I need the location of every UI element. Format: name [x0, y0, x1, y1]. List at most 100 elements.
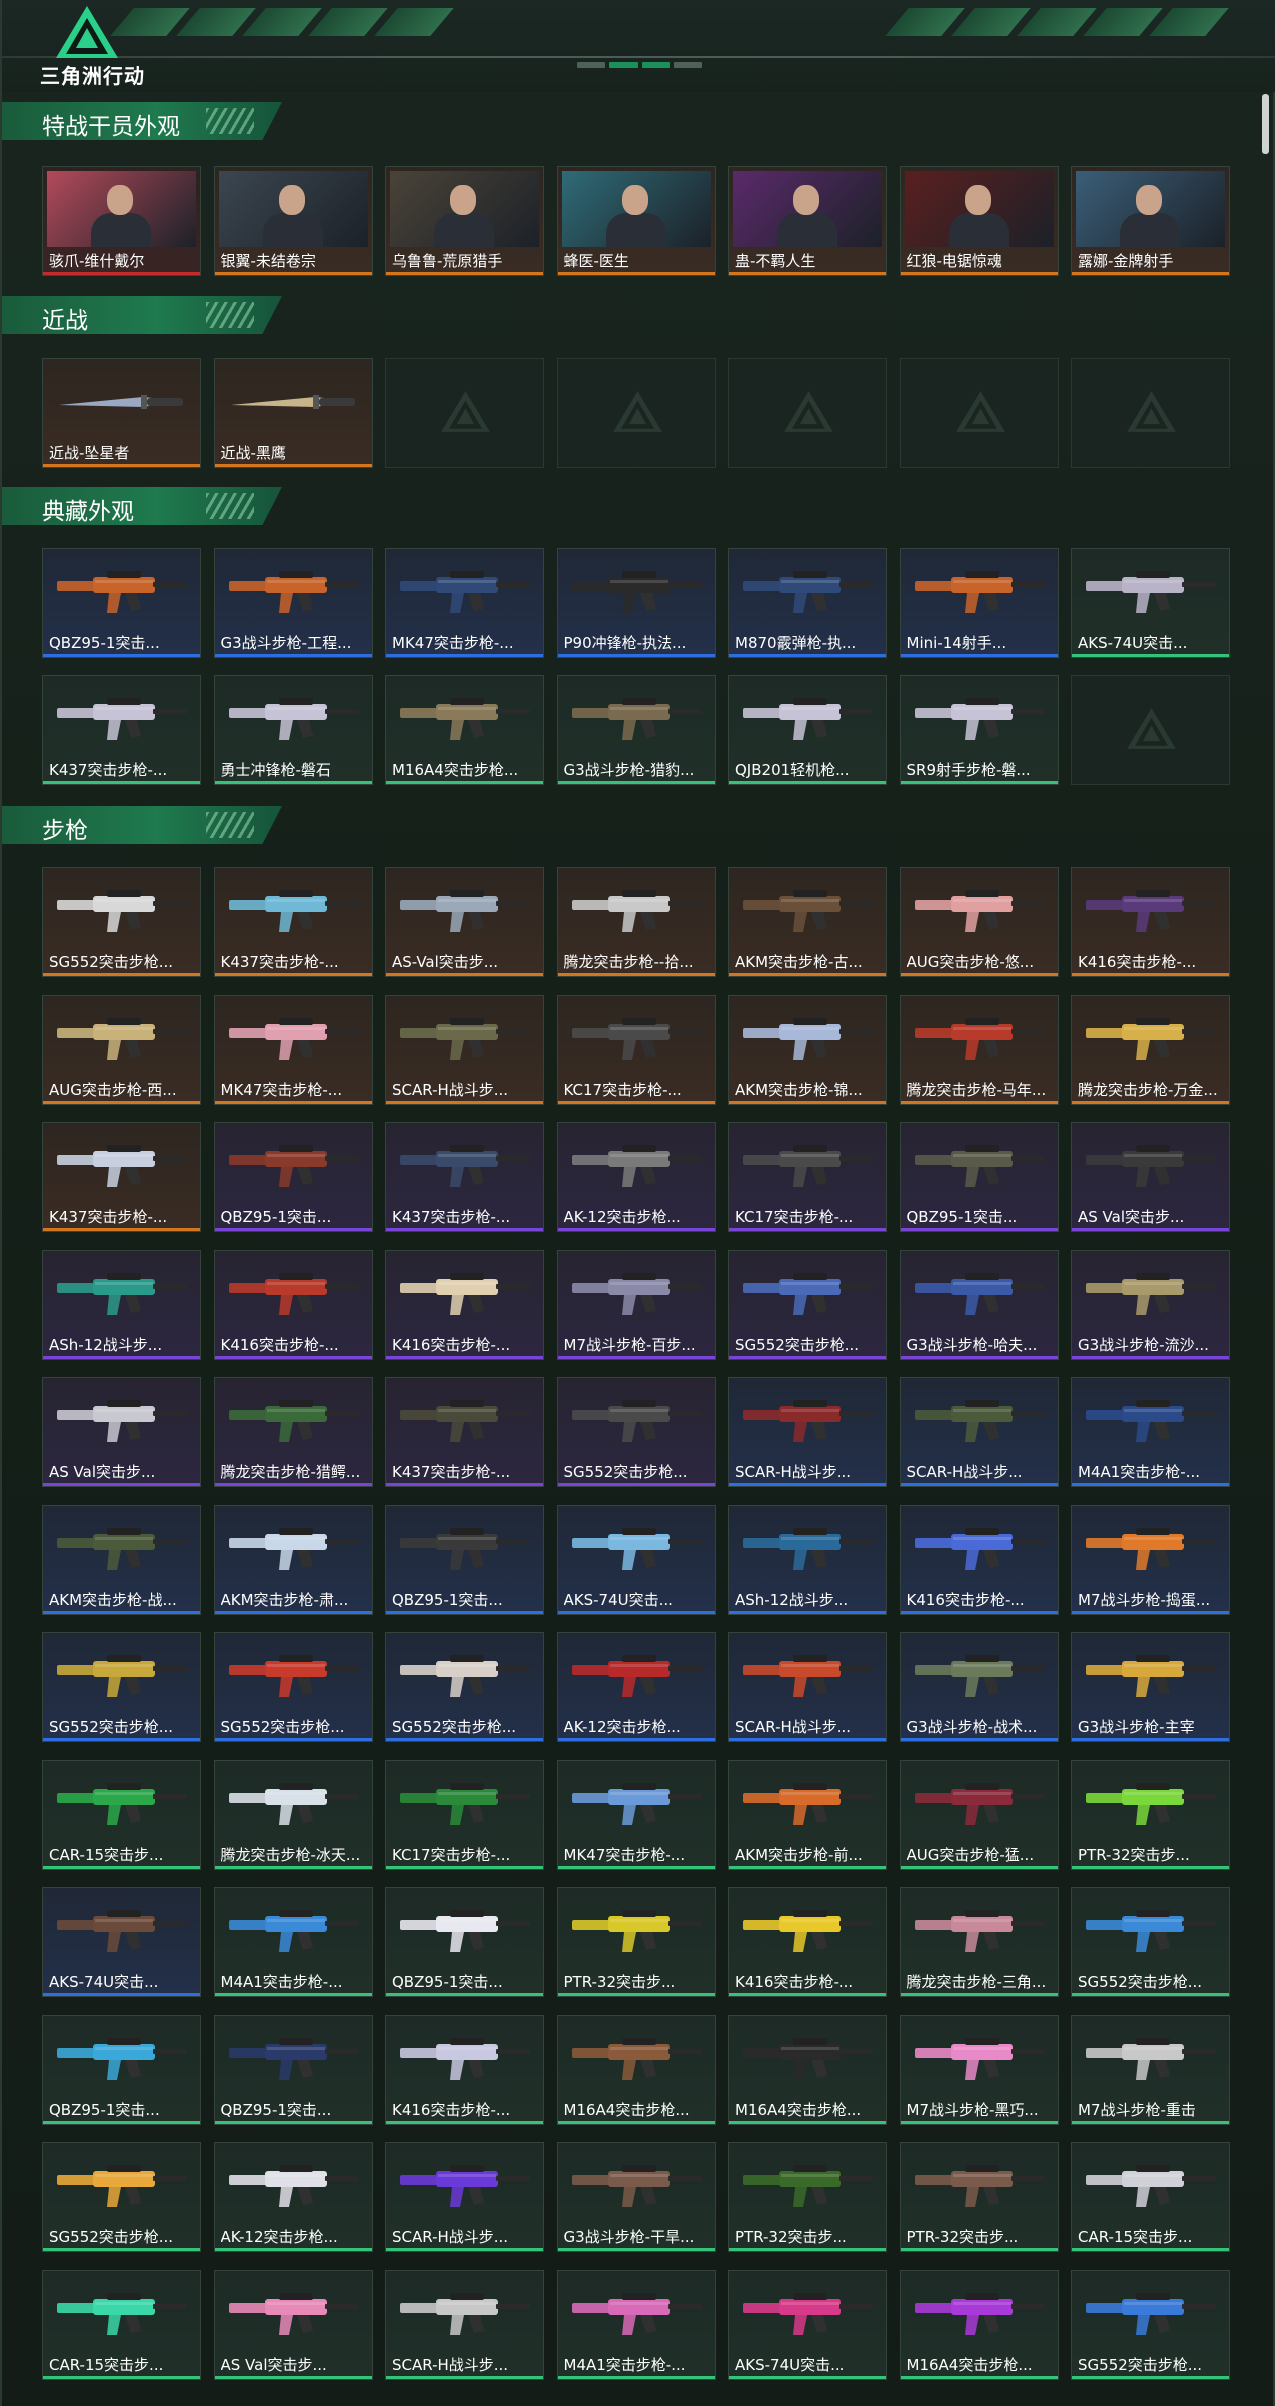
skin-card[interactable]: M16A4突击步枪... [556, 2014, 716, 2125]
skin-card[interactable]: AS Val突击步... [1071, 1122, 1230, 1232]
skin-card[interactable]: AK-12突击步枪... [213, 2142, 373, 2252]
skin-card[interactable]: QBZ95-1突击... [42, 2014, 201, 2125]
skin-card[interactable]: AKM突击步枪-锦... [728, 994, 887, 1105]
skin-card[interactable]: M7战斗步枪-捣蛋... [1071, 1504, 1230, 1615]
skin-card[interactable]: M7战斗步枪-百步... [556, 1249, 716, 1360]
skin-card[interactable]: 近战-黑鹰 [213, 358, 373, 468]
skin-card[interactable]: G3战斗步枪-主宰 [1071, 1632, 1230, 1742]
skin-card[interactable]: 腾龙突击步枪--拾... [556, 867, 716, 977]
skin-card[interactable]: SG552突击步枪... [1071, 1887, 1230, 1997]
skin-card[interactable]: G3战斗步枪-战术... [899, 1632, 1059, 1742]
skin-card[interactable]: AKS-74U突击... [42, 1887, 201, 1997]
skin-card[interactable]: PTR-32突击步... [899, 2142, 1059, 2252]
skin-card[interactable]: K437突击步枪-... [385, 1377, 544, 1487]
skin-card[interactable]: M16A4突击步枪... [728, 2014, 887, 2125]
skin-card[interactable]: QBZ95-1突击... [899, 1122, 1059, 1232]
skin-card[interactable]: AKM突击步枪-古... [728, 867, 887, 977]
skin-card[interactable]: MK47突击步枪-... [556, 1759, 716, 1870]
skin-card[interactable]: SG552突击步枪... [42, 1632, 201, 1742]
skin-card[interactable]: AK-12突击步枪... [556, 1632, 716, 1742]
skin-card[interactable]: AKS-74U突击... [1071, 548, 1230, 658]
skin-card[interactable]: SG552突击步枪... [42, 2142, 201, 2252]
skin-card[interactable]: SG552突击步枪... [213, 1632, 373, 1742]
skin-card[interactable]: K437突击步枪-... [385, 1122, 544, 1232]
skin-card[interactable]: SCAR-H战斗步... [385, 2142, 544, 2252]
skin-card[interactable]: CAR-15突击步... [1071, 2142, 1230, 2252]
skin-card[interactable]: AKS-74U突击... [728, 2269, 887, 2380]
skin-card[interactable]: 露娜-金牌射手 [1071, 166, 1230, 276]
skin-card[interactable]: 蛊-不羁人生 [728, 166, 887, 276]
skin-card[interactable]: M4A1突击步枪-... [213, 1887, 373, 1997]
scrollbar[interactable] [1259, 92, 1271, 2392]
skin-card[interactable]: 乌鲁鲁-荒原猎手 [385, 166, 544, 276]
skin-card[interactable]: 腾龙突击步枪-猎鳄... [213, 1377, 373, 1487]
skin-card[interactable]: AS-Val突击步... [385, 867, 544, 977]
skin-card[interactable]: SR9射手步枪-磐... [899, 675, 1059, 785]
skin-card[interactable]: M16A4突击步枪... [899, 2269, 1059, 2380]
skin-card[interactable]: PTR-32突击步... [556, 1887, 716, 1997]
skin-card[interactable]: 近战-坠星者 [42, 358, 201, 468]
skin-card[interactable]: KC17突击步枪-... [556, 994, 716, 1105]
skin-card[interactable]: AUG突击步枪-悠... [899, 867, 1059, 977]
skin-card[interactable]: SG552突击步枪... [556, 1377, 716, 1487]
skin-card[interactable]: 红狼-电锯惊魂 [899, 166, 1059, 276]
skin-card[interactable]: QBZ95-1突击... [213, 2014, 373, 2125]
skin-card[interactable]: M16A4突击步枪... [385, 675, 544, 785]
skin-card[interactable]: SG552突击步枪... [728, 1249, 887, 1360]
skin-card[interactable]: K437突击步枪-... [42, 675, 201, 785]
skin-card[interactable]: SCAR-H战斗步... [728, 1377, 887, 1487]
skin-card[interactable]: AKM突击步枪-前... [728, 1759, 887, 1870]
skin-card[interactable]: KC17突击步枪-... [385, 1759, 544, 1870]
skin-card[interactable]: M4A1突击步枪-... [1071, 1377, 1230, 1487]
skin-card[interactable]: P90冲锋枪-执法... [556, 548, 716, 658]
skin-card[interactable]: K416突击步枪-... [213, 1249, 373, 1360]
skin-card[interactable]: G3战斗步枪-工程... [213, 548, 373, 658]
skin-card[interactable]: 蜂医-医生 [556, 166, 716, 276]
skin-card[interactable]: MK47突击步枪-... [385, 548, 544, 658]
skin-card[interactable]: PTR-32突击步... [1071, 1759, 1230, 1870]
skin-card[interactable]: SCAR-H战斗步... [385, 994, 544, 1105]
skin-card[interactable]: K416突击步枪-... [899, 1504, 1059, 1615]
skin-card[interactable]: SG552突击步枪... [1071, 2269, 1230, 2380]
skin-card[interactable]: G3战斗步枪-干旱... [556, 2142, 716, 2252]
skin-card[interactable]: M7战斗步枪-黑巧... [899, 2014, 1059, 2125]
skin-card[interactable]: SG552突击步枪... [42, 867, 201, 977]
skin-card[interactable]: QBZ95-1突击... [385, 1887, 544, 1997]
skin-card[interactable]: ASh-12战斗步... [42, 1249, 201, 1360]
skin-card[interactable]: M4A1突击步枪-... [556, 2269, 716, 2380]
skin-card[interactable]: K416突击步枪-... [385, 1249, 544, 1360]
skin-card[interactable]: AUG突击步枪-西... [42, 994, 201, 1105]
skin-card[interactable]: K416突击步枪-... [728, 1887, 887, 1997]
skin-card[interactable]: M7战斗步枪-重击 [1071, 2014, 1230, 2125]
skin-card[interactable]: G3战斗步枪-哈夫... [899, 1249, 1059, 1360]
skin-card[interactable]: K416突击步枪-... [385, 2014, 544, 2125]
skin-card[interactable]: QJB201轻机枪... [728, 675, 887, 785]
skin-card[interactable]: PTR-32突击步... [728, 2142, 887, 2252]
skin-card[interactable]: AKM突击步枪-肃... [213, 1504, 373, 1615]
skin-card[interactable]: SCAR-H战斗步... [728, 1632, 887, 1742]
skin-card[interactable]: 腾龙突击步枪-马年... [899, 994, 1059, 1105]
skin-card[interactable]: SCAR-H战斗步... [385, 2269, 544, 2380]
skin-card[interactable]: KC17突击步枪-... [728, 1122, 887, 1232]
skin-card[interactable]: AK-12突击步枪... [556, 1122, 716, 1232]
skin-card[interactable]: 银翼-未结卷宗 [213, 166, 373, 276]
skin-card[interactable]: K437突击步枪-... [213, 867, 373, 977]
skin-card[interactable]: 腾龙突击步枪-冰天... [213, 1759, 373, 1870]
skin-card[interactable]: CAR-15突击步... [42, 2269, 201, 2380]
skin-card[interactable]: QBZ95-1突击... [385, 1504, 544, 1615]
skin-card[interactable]: ASh-12战斗步... [728, 1504, 887, 1615]
scrollbar-thumb[interactable] [1262, 94, 1269, 154]
skin-card[interactable]: CAR-15突击步... [42, 1759, 201, 1870]
skin-card[interactable]: AKS-74U突击... [556, 1504, 716, 1615]
skin-card[interactable]: MK47突击步枪-... [213, 994, 373, 1105]
skin-card[interactable]: AKM突击步枪-战... [42, 1504, 201, 1615]
skin-card[interactable]: SCAR-H战斗步... [899, 1377, 1059, 1487]
skin-card[interactable]: QBZ95-1突击... [42, 548, 201, 658]
skin-card[interactable]: 骇爪-维什戴尔 [42, 166, 201, 276]
skin-card[interactable]: K416突击步枪-... [1071, 867, 1230, 977]
skin-card[interactable]: AS Val突击步... [213, 2269, 373, 2380]
skin-card[interactable]: Mini-14射手... [899, 548, 1059, 658]
skin-card[interactable]: QBZ95-1突击... [213, 1122, 373, 1232]
skin-card[interactable]: AS Val突击步... [42, 1377, 201, 1487]
skin-card[interactable]: AUG突击步枪-猛... [899, 1759, 1059, 1870]
